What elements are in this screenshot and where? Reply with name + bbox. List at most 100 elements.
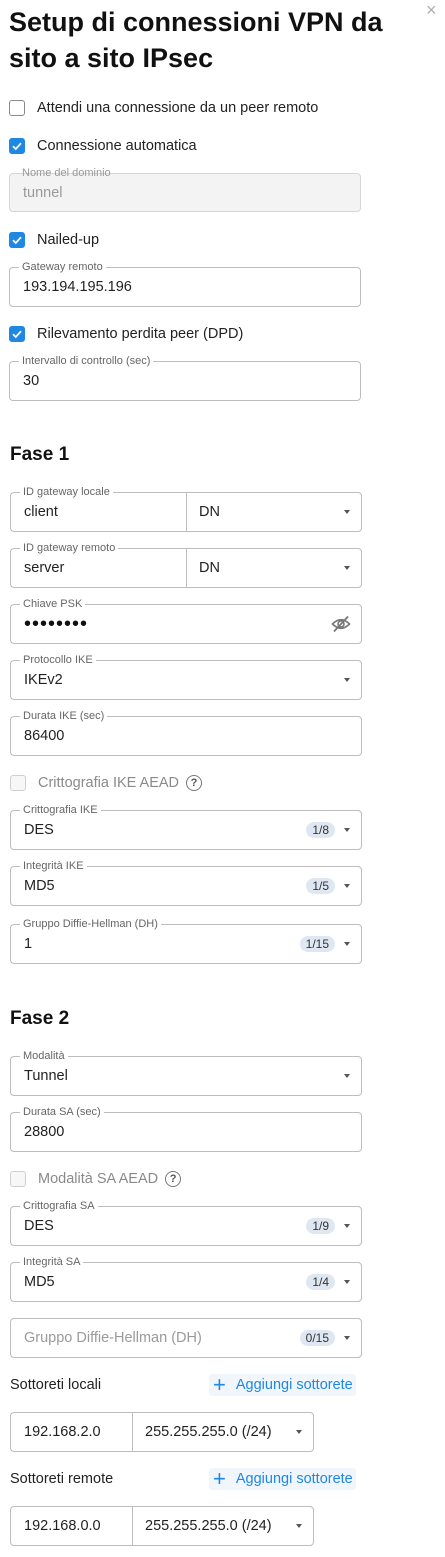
remote-gateway-field[interactable]: Gateway remoto 193.194.195.196 <box>9 261 361 307</box>
selection-count-badge: 1/15 <box>299 936 335 952</box>
dpd-checkbox[interactable] <box>9 326 25 342</box>
field-divider <box>132 1413 133 1451</box>
add-remote-subnet-label: Aggiungi sottorete <box>235 1471 353 1487</box>
local-subnet-ip[interactable]: 192.168.2.0 <box>24 1413 101 1451</box>
help-icon[interactable]: ? <box>186 775 203 791</box>
sa-aead-checkbox <box>10 1171 26 1187</box>
ike-integrity-select[interactable]: Integrità IKE MD5 1/5 <box>10 860 362 906</box>
plus-icon: + <box>213 1372 226 1397</box>
local-gateway-id-type-select[interactable]: DN <box>199 493 220 531</box>
plus-icon: + <box>213 1466 226 1491</box>
help-icon[interactable]: ? <box>165 1171 182 1187</box>
add-local-subnet-button[interactable]: + Aggiungi sottorete <box>209 1374 356 1396</box>
ike-aead-checkbox <box>10 775 26 791</box>
sa-dh-group-placeholder[interactable]: Gruppo Diffie-Hellman (DH) <box>24 1319 202 1357</box>
ike-encryption-value[interactable]: DES <box>24 811 54 849</box>
mode-select[interactable]: Modalità Tunnel <box>10 1050 362 1096</box>
remote-gateway-id-type-select[interactable]: DN <box>199 549 220 587</box>
sa-encryption-select[interactable]: Crittografia SA DES 1/9 <box>10 1200 362 1246</box>
dh-group-value[interactable]: 1 <box>24 925 32 963</box>
dh-group-select[interactable]: Gruppo Diffie-Hellman (DH) 1 1/15 <box>10 918 362 964</box>
phase2-title: Fase 2 <box>10 1008 70 1029</box>
sa-integrity-value[interactable]: MD5 <box>24 1263 55 1301</box>
remote-subnet-row[interactable]: 192.168.0.0 255.255.255.0 (/24) <box>10 1506 314 1546</box>
domain-name-field: Nome del dominio tunnel <box>9 167 361 212</box>
sa-dh-group-select[interactable]: Gruppo Diffie-Hellman (DH) 0/15 <box>10 1318 362 1358</box>
local-gateway-id-field[interactable]: ID gateway locale client DN <box>10 486 362 532</box>
selection-count-badge: 1/4 <box>306 1274 335 1290</box>
selection-count-badge: 1/9 <box>306 1218 335 1234</box>
ike-duration-field[interactable]: Durata IKE (sec) 86400 <box>10 710 362 756</box>
sa-integrity-select[interactable]: Integrità SA MD5 1/4 <box>10 1256 362 1302</box>
sa-aead-label: Modalità SA AEAD <box>38 1171 159 1187</box>
selection-count-badge: 1/5 <box>306 878 335 894</box>
sa-encryption-value[interactable]: DES <box>24 1207 54 1245</box>
chevron-down-icon[interactable] <box>344 1074 350 1078</box>
check-icon <box>12 236 22 245</box>
local-subnet-row[interactable]: 192.168.2.0 255.255.255.0 (/24) <box>10 1412 314 1452</box>
add-local-subnet-label: Aggiungi sottorete <box>235 1377 353 1393</box>
selection-count-badge: 1/8 <box>306 822 335 838</box>
check-interval-field[interactable]: Intervallo di controllo (sec) 30 <box>9 355 361 401</box>
chevron-down-icon[interactable] <box>344 884 350 888</box>
add-remote-subnet-button[interactable]: + Aggiungi sottorete <box>209 1468 356 1490</box>
wait-remote-checkbox[interactable] <box>9 100 25 116</box>
remote-gateway-id-value[interactable]: server <box>24 549 64 587</box>
chevron-down-icon[interactable] <box>344 828 350 832</box>
ike-integrity-value[interactable]: MD5 <box>24 867 55 905</box>
remote-gateway-id-field[interactable]: ID gateway remoto server DN <box>10 542 362 588</box>
dpd-checkbox-row[interactable]: Rilevamento perdita peer (DPD) <box>9 323 243 345</box>
chevron-down-icon[interactable] <box>296 1524 302 1528</box>
check-interval-label: Intervallo di controllo (sec) <box>19 355 154 367</box>
psk-value[interactable]: •••••••• <box>24 605 88 643</box>
mode-value[interactable]: Tunnel <box>24 1057 68 1095</box>
chevron-down-icon[interactable] <box>344 510 350 514</box>
sa-duration-field[interactable]: Durata SA (sec) 28800 <box>10 1106 362 1152</box>
field-divider <box>186 549 187 587</box>
check-icon <box>12 142 22 151</box>
chevron-down-icon[interactable] <box>344 942 350 946</box>
ike-encryption-select[interactable]: Crittografia IKE DES 1/8 <box>10 804 362 850</box>
nailed-up-checkbox[interactable] <box>9 232 25 248</box>
check-icon <box>12 330 22 339</box>
nailed-up-checkbox-row[interactable]: Nailed-up <box>9 229 99 251</box>
page-title: Setup di connessioni VPN da sito a sito … <box>9 7 383 73</box>
sa-aead-checkbox-row: Modalità SA AEAD ? <box>10 1168 182 1190</box>
local-gateway-id-value[interactable]: client <box>24 493 58 531</box>
local-subnet-mask-select[interactable]: 255.255.255.0 (/24) <box>145 1413 272 1451</box>
field-divider <box>132 1507 133 1545</box>
nailed-up-label: Nailed-up <box>37 232 100 248</box>
remote-gateway-value[interactable]: 193.194.195.196 <box>23 268 132 306</box>
close-icon[interactable]: × <box>426 1 442 19</box>
wait-remote-checkbox-row[interactable]: Attendi una connessione da un peer remot… <box>9 97 318 119</box>
chevron-down-icon[interactable] <box>344 1280 350 1284</box>
chevron-down-icon[interactable] <box>344 678 350 682</box>
selection-count-badge: 0/15 <box>299 1330 335 1346</box>
ike-protocol-select[interactable]: Protocollo IKE IKEv2 <box>10 654 362 700</box>
ike-aead-checkbox-row: Crittografia IKE AEAD ? <box>10 772 203 794</box>
local-subnets-label: Sottoreti locali <box>10 1377 102 1393</box>
remote-subnet-mask-select[interactable]: 255.255.255.0 (/24) <box>145 1507 272 1545</box>
chevron-down-icon[interactable] <box>344 1336 350 1340</box>
psk-field[interactable]: Chiave PSK •••••••• <box>10 598 362 644</box>
eye-off-icon[interactable] <box>331 615 351 633</box>
sa-duration-value[interactable]: 28800 <box>24 1113 64 1151</box>
auto-connect-checkbox-row[interactable]: Connessione automatica <box>9 135 197 157</box>
ike-protocol-value[interactable]: IKEv2 <box>24 661 63 699</box>
field-divider <box>186 493 187 531</box>
remote-subnets-label: Sottoreti remote <box>10 1471 114 1487</box>
dpd-label: Rilevamento perdita peer (DPD) <box>37 326 244 342</box>
ike-duration-value[interactable]: 86400 <box>24 717 64 755</box>
domain-name-value: tunnel <box>23 184 63 201</box>
chevron-down-icon[interactable] <box>344 1224 350 1228</box>
wait-remote-label: Attendi una connessione da un peer remot… <box>37 100 319 116</box>
auto-connect-checkbox[interactable] <box>9 138 25 154</box>
dh-group-label: Gruppo Diffie-Hellman (DH) <box>20 918 161 930</box>
phase1-title: Fase 1 <box>10 444 70 465</box>
chevron-down-icon[interactable] <box>344 566 350 570</box>
chevron-down-icon[interactable] <box>296 1430 302 1434</box>
remote-subnet-ip[interactable]: 192.168.0.0 <box>24 1507 101 1545</box>
check-interval-value[interactable]: 30 <box>23 362 39 400</box>
auto-connect-label: Connessione automatica <box>37 138 197 154</box>
ike-aead-label: Crittografia IKE AEAD <box>38 775 180 791</box>
